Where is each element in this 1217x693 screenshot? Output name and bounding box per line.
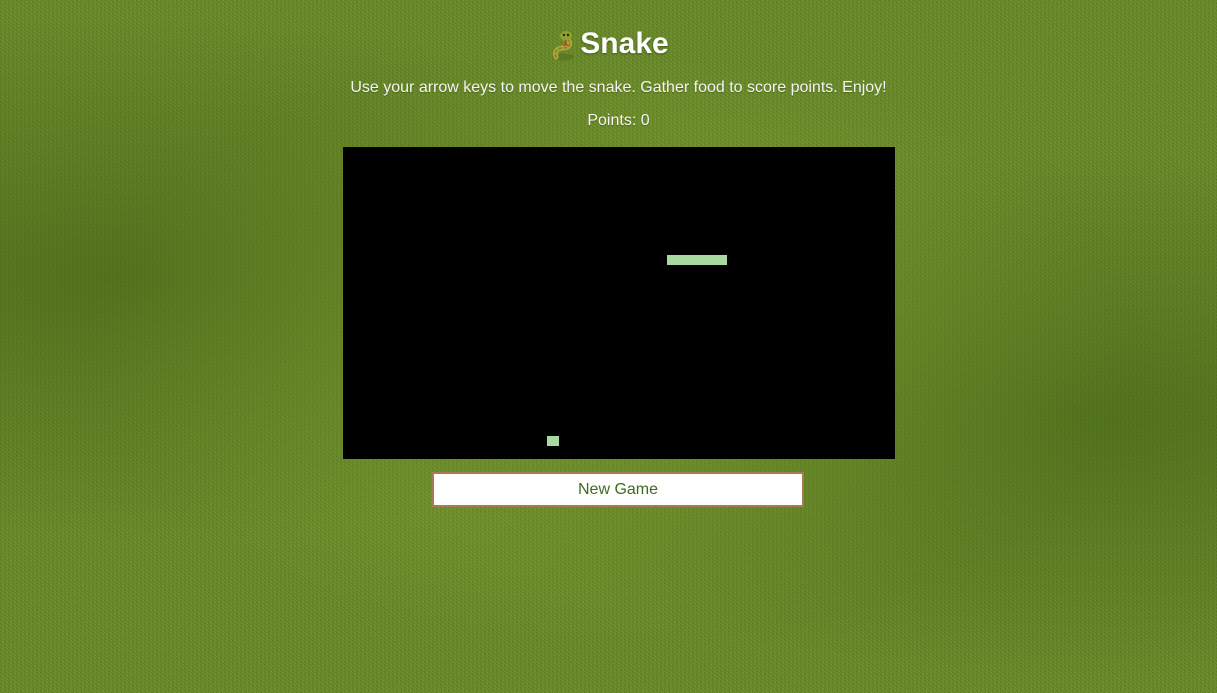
score-display: Points: 0 (587, 112, 650, 129)
food-pellet (547, 436, 559, 446)
game-board[interactable] (343, 147, 895, 459)
snake-segment (679, 255, 691, 265)
new-game-button[interactable]: New Game (432, 472, 804, 507)
snake-icon (552, 31, 575, 61)
snake-segment (691, 255, 703, 265)
snake-segment (703, 255, 715, 265)
instructions-text: Use your arrow keys to move the snake. G… (350, 79, 887, 96)
snake-head (715, 255, 727, 265)
header: Snake (0, 22, 1217, 66)
page-title: Snake (580, 27, 669, 60)
snake-segment (667, 255, 679, 265)
